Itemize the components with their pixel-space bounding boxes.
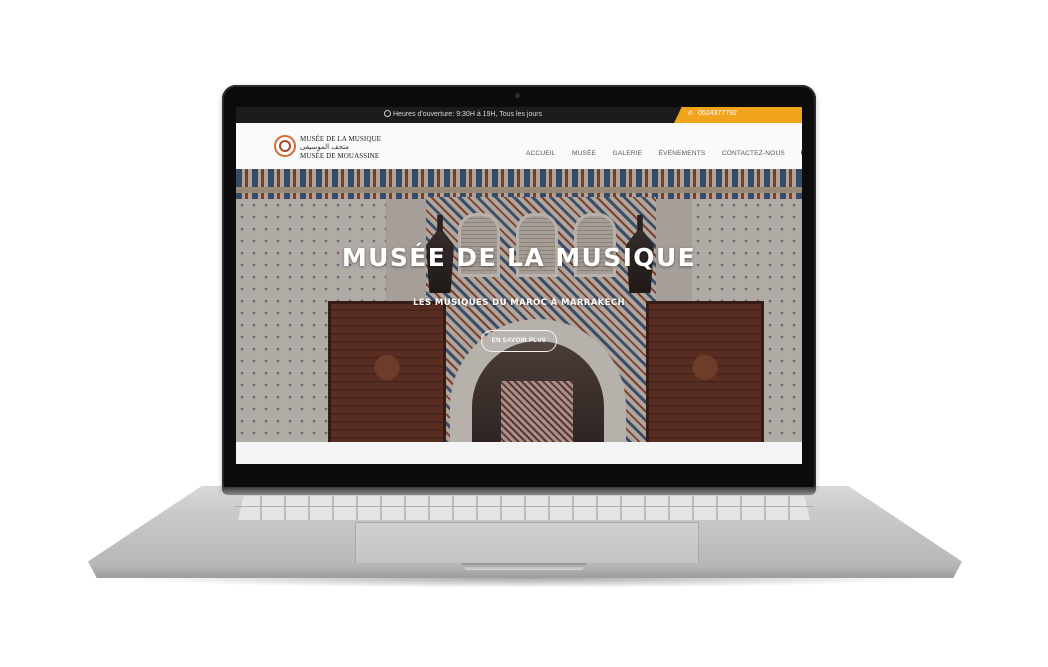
- phone-number: 0524377792: [698, 110, 737, 117]
- museum-emblem-icon: [274, 135, 296, 157]
- nav-item-evenements[interactable]: ÉVÉNEMENTS: [659, 150, 706, 157]
- hero-subtitle: LES MUSIQUES DU MAROC À MARRAKECH: [412, 298, 626, 308]
- page-content-start: [236, 442, 802, 464]
- logo-line-arabic: متحف الموسيقى: [300, 143, 349, 151]
- hero-title: MUSÉE DE LA MUSIQUE: [341, 243, 697, 272]
- keyboard-divider: [234, 506, 814, 507]
- clock-icon: [384, 110, 391, 117]
- hero-banner: MUSÉE DE LA MUSIQUE LES MUSIQUES DU MARO…: [236, 169, 802, 442]
- phone-link[interactable]: ✆ 0524377792: [674, 107, 802, 123]
- logo-line-1: MUSÉE DE LA MUSIQUE: [300, 135, 382, 143]
- nav-item-galerie[interactable]: GALERIE: [613, 150, 643, 157]
- site-header: MUSÉE DE LA MUSIQUE متحف الموسيقى MUSÉE …: [236, 123, 802, 170]
- laptop-hinge: [222, 487, 816, 495]
- top-info-bar: Heures d'ouverture: 9:30H à 19H, Tous le…: [236, 107, 802, 123]
- webcam-icon: [515, 93, 520, 98]
- laptop-screen: Heures d'ouverture: 9:30H à 19H, Tous le…: [236, 107, 802, 464]
- logo-line-2: MUSÉE DE MOUASSINE: [300, 152, 380, 160]
- site-logo[interactable]: MUSÉE DE LA MUSIQUE متحف الموسيقى MUSÉE …: [274, 135, 384, 161]
- phone-icon: ✆: [688, 111, 694, 117]
- nav-item-musee[interactable]: MUSÉE: [572, 150, 596, 157]
- laptop-trackpad: [355, 522, 699, 563]
- opening-hours-text: Heures d'ouverture: 9:30H à 19H, Tous le…: [393, 111, 543, 118]
- nav-item-accueil[interactable]: ACCUEIL: [526, 150, 556, 157]
- nav-item-contactez-nous[interactable]: CONTACTEZ-NOUS: [722, 150, 785, 157]
- opening-hours: Heures d'ouverture: 9:30H à 19H, Tous le…: [384, 110, 542, 118]
- learn-more-button[interactable]: EN SAVOIR PLUS: [481, 330, 557, 352]
- main-nav: ACCUEIL MUSÉE GALERIE ÉVÉNEMENTS CONTACT…: [526, 142, 802, 157]
- laptop-notch: [462, 563, 586, 570]
- search-icon[interactable]: [801, 149, 802, 156]
- laptop-keyboard: [238, 496, 810, 520]
